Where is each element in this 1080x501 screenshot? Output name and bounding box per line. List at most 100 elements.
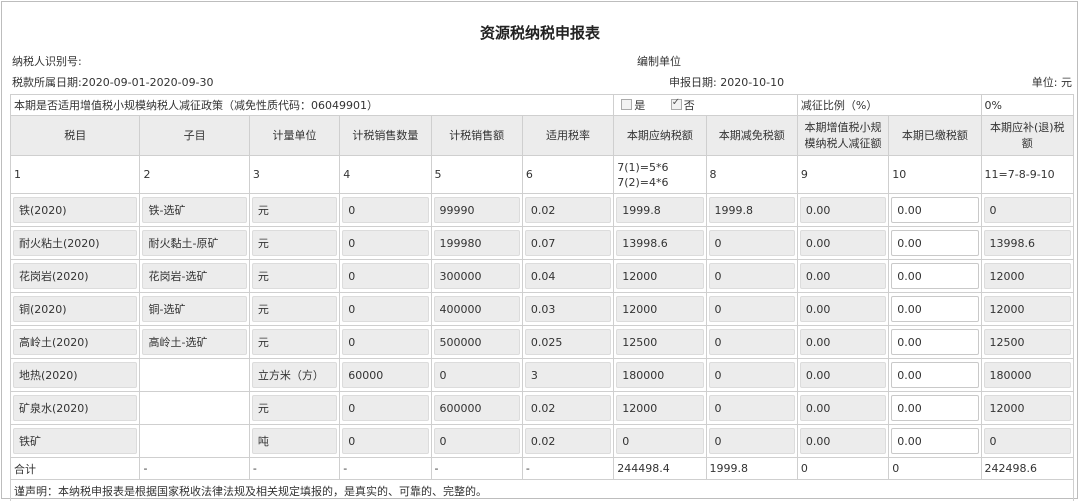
table-row: 矿泉水(2020) 元 0 600000 0.02 12000 0 0.00 0.00 12000 xyxy=(9,391,1075,425)
table-cell: 地热(2020) xyxy=(9,358,141,392)
declaration-row: 谨声明：本纳税申报表是根据国家税收法律法规及相关规定填报的，是真实的、可靠的、完… xyxy=(10,479,1074,501)
table-cell: 元 xyxy=(248,325,341,359)
policy-yes-option[interactable]: 是 xyxy=(621,99,649,112)
column-number-text: 7(1)=5*6 7(2)=4*6 xyxy=(617,160,669,189)
cell-value: 耐火黏土-原矿 xyxy=(142,230,247,256)
cell-value: 地热(2020) xyxy=(13,362,138,388)
paid-tax-input[interactable]: 0.00 xyxy=(891,197,979,223)
cell-value: 500000 xyxy=(433,329,520,355)
cell-value: 0.00 xyxy=(799,296,887,322)
table-cell xyxy=(139,424,250,458)
tax-period: 税款所属日期:2020-09-01-2020-09-30 xyxy=(12,76,214,89)
table-cell: 199980 xyxy=(430,226,523,260)
total-cell: 1999.8 xyxy=(705,457,798,480)
table-row: 地热(2020) 立方米（方） 60000 0 3 180000 0 0.00 0.00 1800… xyxy=(9,358,1075,392)
table-cell: 0.04 xyxy=(521,259,615,293)
cell-value: 铁矿 xyxy=(13,428,138,454)
cell-value: 元 xyxy=(251,197,338,223)
cell-value: 0 xyxy=(983,197,1071,223)
table-cell: 1999.8 xyxy=(705,193,798,227)
cell-value: 12000 xyxy=(616,395,704,421)
table-cell: 500000 xyxy=(430,325,523,359)
table-cell: 12000 xyxy=(980,259,1075,293)
cell-value: 300000 xyxy=(433,263,520,289)
paid-tax-input[interactable]: 0.00 xyxy=(891,329,979,355)
cell-value: 12500 xyxy=(983,329,1071,355)
table-row: 耐火粘土(2020) 耐火黏土-原矿元 0 199980 0.07 13998.6 0 0.0… xyxy=(9,226,1075,260)
table-cell: 吨 xyxy=(248,424,341,458)
table-cell: 0 xyxy=(705,424,798,458)
cell-value: 0 xyxy=(708,296,795,322)
cell-value: 13998.6 xyxy=(983,230,1071,256)
column-number-text: 2 xyxy=(143,168,151,181)
table-cell: 0 xyxy=(705,325,798,359)
column-number: 4 xyxy=(339,155,432,194)
cell-value: 0.02 xyxy=(524,395,612,421)
reduction-ratio-label: 减征比例（%） xyxy=(796,94,982,116)
cell-value: 12000 xyxy=(616,296,704,322)
column-number-text: 9 xyxy=(800,168,808,181)
table-cell xyxy=(139,391,250,425)
table-cell: 0.00 xyxy=(888,193,982,227)
table-cell: 0 xyxy=(980,424,1075,458)
paid-tax-input[interactable]: 0.00 xyxy=(891,263,979,289)
cell-value: 铜(2020) xyxy=(13,296,138,322)
paid-tax-input[interactable]: 0.00 xyxy=(891,362,979,388)
table-cell: 耐火粘土(2020) xyxy=(9,226,141,260)
column-number: 9 xyxy=(796,155,890,194)
table-cell: 0.02 xyxy=(521,193,615,227)
paid-tax-input[interactable]: 0.00 xyxy=(891,395,979,421)
column-number-text: 4 xyxy=(343,168,351,181)
table-cell: 0 xyxy=(705,226,798,260)
cell-value: 12000 xyxy=(983,296,1071,322)
column-number: 7(1)=5*6 7(2)=4*6 xyxy=(613,155,707,194)
checkbox-yes[interactable] xyxy=(621,99,633,110)
policy-yes-label: 是 xyxy=(634,99,646,112)
table-cell: 0 xyxy=(339,424,432,458)
table-cell: 铁(2020) xyxy=(9,193,141,227)
column-number: 10 xyxy=(888,155,982,194)
cell-value: 0 xyxy=(342,296,429,322)
table-cell: 0 xyxy=(705,391,798,425)
cell-value: 0.00 xyxy=(799,428,887,454)
table-cell: 12000 xyxy=(613,292,707,326)
column-number-text: 6 xyxy=(525,168,533,181)
cell-value: 0.00 xyxy=(799,263,887,289)
cell-value: 99990 xyxy=(433,197,520,223)
table-cell: 12000 xyxy=(980,292,1075,326)
paid-tax-input[interactable]: 0.00 xyxy=(891,428,979,454)
table-cell: 0.025 xyxy=(521,325,615,359)
column-number-text: 8 xyxy=(709,168,717,181)
column-header: 计量单位 xyxy=(248,115,341,156)
table-cell: 元 xyxy=(248,193,341,227)
table-cell: 0.00 xyxy=(796,358,890,392)
policy-options: 是 否 xyxy=(613,94,798,116)
cell-value: 12000 xyxy=(616,263,704,289)
cell-value: 0.00 xyxy=(799,230,887,256)
cell-value: 0.02 xyxy=(524,197,612,223)
table-cell: 铁矿 xyxy=(9,424,141,458)
cell-value: 0.00 xyxy=(799,329,887,355)
table-cell: 高岭土-选矿 xyxy=(139,325,250,359)
paid-tax-input[interactable]: 0.00 xyxy=(891,296,979,322)
table-cell: 0.07 xyxy=(521,226,615,260)
table-cell: 12000 xyxy=(613,259,707,293)
checkbox-no[interactable] xyxy=(670,97,682,110)
table-cell: 0.00 xyxy=(796,226,890,260)
table-cell: 12500 xyxy=(980,325,1075,359)
total-cell: 0 xyxy=(796,457,890,480)
table-cell: 13998.6 xyxy=(613,226,707,260)
table-cell: 12000 xyxy=(613,391,707,425)
cell-value: 60000 xyxy=(342,362,429,388)
policy-no-option[interactable]: 否 xyxy=(670,97,695,112)
paid-tax-input[interactable]: 0.00 xyxy=(891,230,979,256)
column-header: 子目 xyxy=(139,115,250,156)
table-cell xyxy=(139,358,250,392)
cell-value xyxy=(142,362,247,388)
cell-value: 0 xyxy=(342,230,429,256)
taxpayer-id-label: 纳税人识别号: xyxy=(12,55,82,68)
declare-date: 申报日期: 2020-10-10 xyxy=(669,76,785,89)
table-cell: 0 xyxy=(705,259,798,293)
column-number: 6 xyxy=(521,155,615,194)
table-cell: 0.00 xyxy=(888,391,982,425)
